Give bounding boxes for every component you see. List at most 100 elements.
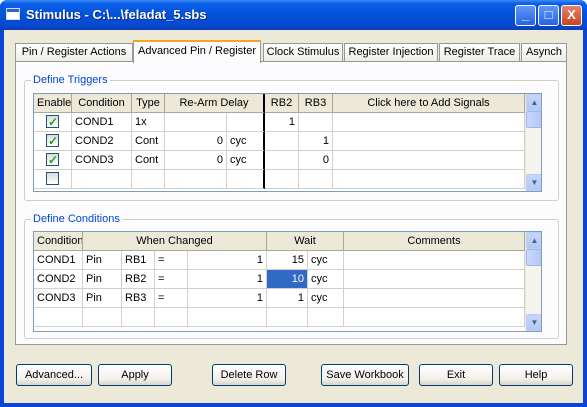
condition-wait-unit[interactable]: cyc bbox=[308, 251, 344, 270]
trigger-empty-cell[interactable] bbox=[333, 170, 525, 189]
trigger-enable-cell[interactable]: ✓ bbox=[34, 151, 72, 170]
condition-signal[interactable]: RB2 bbox=[122, 270, 155, 289]
advanced-button[interactable]: Advanced... bbox=[16, 364, 92, 386]
trigger-type[interactable]: Cont bbox=[132, 132, 165, 151]
condition-comments[interactable] bbox=[344, 251, 525, 270]
triggers-header-rearm-delay[interactable]: Re-Arm Delay bbox=[165, 94, 265, 113]
add-signals-header[interactable]: Click here to Add Signals bbox=[333, 94, 525, 113]
trigger-rb2-value[interactable] bbox=[265, 151, 299, 170]
scroll-thumb[interactable] bbox=[526, 249, 541, 266]
scroll-down-arrow-icon[interactable]: ▼ bbox=[526, 314, 541, 331]
trigger-delay-unit[interactable] bbox=[227, 170, 265, 189]
conditions-header-condition[interactable]: Condition bbox=[34, 232, 83, 251]
condition-comments[interactable] bbox=[344, 308, 525, 327]
trigger-condition[interactable]: COND1 bbox=[72, 113, 132, 132]
triggers-header-condition[interactable]: Condition bbox=[72, 94, 132, 113]
trigger-type[interactable]: Cont bbox=[132, 151, 165, 170]
scroll-up-arrow-icon[interactable]: ▲ bbox=[526, 94, 541, 111]
enable-checkbox[interactable]: ✓ bbox=[46, 115, 59, 129]
condition-wait-unit[interactable]: cyc bbox=[308, 289, 344, 308]
condition-wait-selected[interactable]: 10 bbox=[267, 270, 308, 289]
condition-signal[interactable] bbox=[122, 308, 155, 327]
enable-checkbox[interactable] bbox=[46, 172, 59, 185]
enable-checkbox[interactable]: ✓ bbox=[46, 153, 59, 167]
tab-clock-stimulus[interactable]: Clock Stimulus bbox=[263, 43, 343, 62]
triggers-vertical-scrollbar[interactable]: ▲ ▼ bbox=[525, 94, 541, 191]
triggers-grid[interactable]: Enable Condition Type Re-Arm Delay RB2 R… bbox=[33, 93, 542, 192]
save-workbook-button[interactable]: Save Workbook bbox=[321, 364, 409, 386]
trigger-rb3-value[interactable]: 1 bbox=[299, 132, 333, 151]
title-bar[interactable]: Stimulus - C:\...\feladat_5.sbs _ □ X bbox=[0, 0, 587, 30]
triggers-header-enable[interactable]: Enable bbox=[34, 94, 72, 113]
trigger-rb2-value[interactable] bbox=[265, 132, 299, 151]
condition-name[interactable]: COND2 bbox=[34, 270, 83, 289]
condition-value[interactable]: 1 bbox=[188, 251, 267, 270]
trigger-condition[interactable]: COND2 bbox=[72, 132, 132, 151]
help-button[interactable]: Help bbox=[499, 364, 573, 386]
tab-pin-register-actions[interactable]: Pin / Register Actions bbox=[15, 43, 133, 62]
trigger-type[interactable]: 1x bbox=[132, 113, 165, 132]
condition-comments[interactable] bbox=[344, 289, 525, 308]
condition-value[interactable]: 1 bbox=[188, 289, 267, 308]
condition-signal[interactable]: RB3 bbox=[122, 289, 155, 308]
trigger-rb3-value[interactable] bbox=[299, 113, 333, 132]
condition-signal[interactable]: RB1 bbox=[122, 251, 155, 270]
condition-wait[interactable] bbox=[267, 308, 308, 327]
trigger-enable-cell[interactable]: ✓ bbox=[34, 113, 72, 132]
apply-button[interactable]: Apply bbox=[98, 364, 172, 386]
scroll-up-arrow-icon[interactable]: ▲ bbox=[526, 232, 541, 249]
triggers-header-rb2[interactable]: RB2 bbox=[265, 94, 299, 113]
trigger-rb2-value[interactable]: 1 bbox=[265, 113, 299, 132]
condition-name[interactable]: COND3 bbox=[34, 289, 83, 308]
trigger-empty-cell[interactable] bbox=[333, 151, 525, 170]
trigger-rb3-value[interactable]: 0 bbox=[299, 151, 333, 170]
exit-button[interactable]: Exit bbox=[419, 364, 493, 386]
condition-operator[interactable]: = bbox=[155, 289, 188, 308]
trigger-empty-cell[interactable] bbox=[333, 113, 525, 132]
delete-row-button[interactable]: Delete Row bbox=[212, 364, 286, 386]
trigger-rb3-value[interactable] bbox=[299, 170, 333, 189]
condition-wait-unit[interactable] bbox=[308, 308, 344, 327]
trigger-type[interactable] bbox=[132, 170, 165, 189]
trigger-enable-cell[interactable]: ✓ bbox=[34, 132, 72, 151]
enable-checkbox[interactable]: ✓ bbox=[46, 134, 59, 148]
trigger-enable-cell[interactable] bbox=[34, 170, 72, 189]
triggers-header-rb3[interactable]: RB3 bbox=[299, 94, 333, 113]
condition-wait[interactable]: 1 bbox=[267, 289, 308, 308]
scroll-down-arrow-icon[interactable]: ▼ bbox=[526, 174, 541, 191]
conditions-vertical-scrollbar[interactable]: ▲ ▼ bbox=[525, 232, 541, 331]
trigger-delay-unit[interactable] bbox=[227, 113, 265, 132]
trigger-delay-unit[interactable]: cyc bbox=[227, 132, 265, 151]
condition-operator[interactable]: = bbox=[155, 270, 188, 289]
tab-register-injection[interactable]: Register Injection bbox=[344, 43, 438, 62]
trigger-delay[interactable] bbox=[165, 170, 227, 189]
trigger-condition[interactable] bbox=[72, 170, 132, 189]
conditions-header-comments[interactable]: Comments bbox=[344, 232, 525, 251]
trigger-delay[interactable] bbox=[165, 113, 227, 132]
close-button[interactable]: X bbox=[561, 5, 582, 26]
conditions-grid[interactable]: Condition When Changed Wait Comments CON… bbox=[33, 231, 542, 332]
tab-advanced-pin-register[interactable]: Advanced Pin / Register bbox=[133, 40, 261, 63]
condition-name[interactable] bbox=[34, 308, 83, 327]
condition-comments[interactable] bbox=[344, 270, 525, 289]
tab-asynch[interactable]: Asynch bbox=[521, 43, 567, 62]
trigger-delay-unit[interactable]: cyc bbox=[227, 151, 265, 170]
condition-name[interactable]: COND1 bbox=[34, 251, 83, 270]
minimize-button[interactable]: _ bbox=[515, 5, 536, 26]
condition-kind[interactable]: Pin bbox=[83, 270, 122, 289]
trigger-condition[interactable]: COND3 bbox=[72, 151, 132, 170]
triggers-header-type[interactable]: Type bbox=[132, 94, 165, 113]
tab-register-trace[interactable]: Register Trace bbox=[439, 43, 520, 62]
condition-operator[interactable]: = bbox=[155, 251, 188, 270]
scroll-thumb[interactable] bbox=[526, 111, 541, 128]
condition-wait[interactable]: 15 bbox=[267, 251, 308, 270]
trigger-delay[interactable]: 0 bbox=[165, 132, 227, 151]
condition-value[interactable]: 1 bbox=[188, 270, 267, 289]
trigger-rb2-value[interactable] bbox=[265, 170, 299, 189]
condition-kind[interactable] bbox=[83, 308, 122, 327]
condition-wait-unit[interactable]: cyc bbox=[308, 270, 344, 289]
condition-operator[interactable] bbox=[155, 308, 188, 327]
maximize-button[interactable]: □ bbox=[538, 5, 559, 26]
trigger-delay[interactable]: 0 bbox=[165, 151, 227, 170]
trigger-empty-cell[interactable] bbox=[333, 132, 525, 151]
